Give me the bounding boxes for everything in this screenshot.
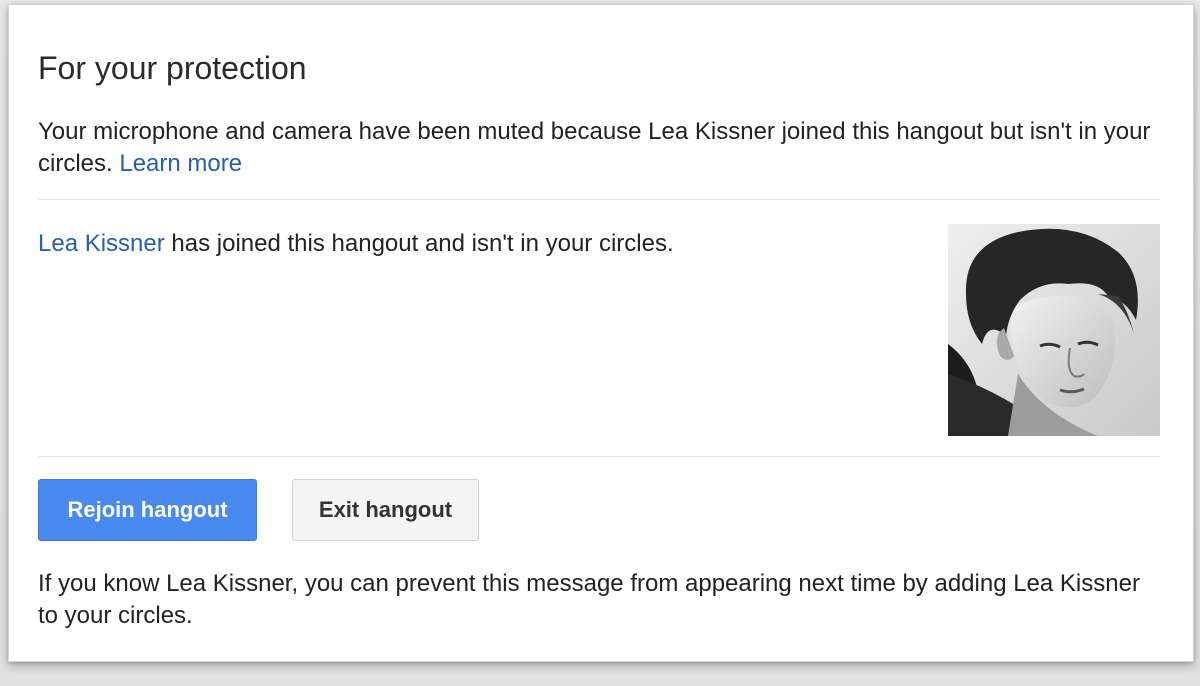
exit-hangout-button[interactable]: Exit hangout — [292, 479, 479, 541]
divider-bottom — [38, 456, 1160, 457]
user-photo-icon — [948, 224, 1160, 436]
muted-notice: Your microphone and camera have been mut… — [38, 116, 1168, 180]
joined-notice-text: has joined this hangout and isn't in you… — [164, 230, 674, 257]
rejoin-hangout-button[interactable]: Rejoin hangout — [38, 479, 257, 541]
divider-top — [38, 199, 1160, 200]
footer-text: If you know Lea Kissner, you can prevent… — [38, 570, 1140, 629]
dialog-title: For your protection — [38, 50, 307, 86]
user-name-link[interactable]: Lea Kissner — [38, 230, 165, 257]
avatar[interactable] — [948, 224, 1160, 436]
page-background: For your protection Your microphone and … — [0, 0, 1200, 686]
protection-dialog: For your protection Your microphone and … — [8, 4, 1194, 662]
joined-notice: Lea Kissner has joined this hangout and … — [38, 228, 898, 260]
learn-more-link[interactable]: Learn more — [119, 150, 242, 177]
